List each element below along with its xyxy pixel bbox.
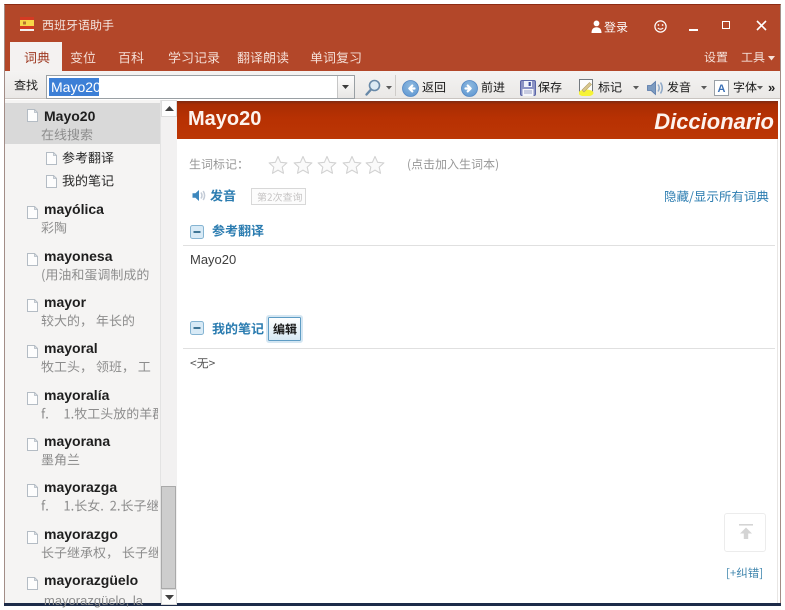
svg-text:A: A bbox=[718, 83, 726, 95]
